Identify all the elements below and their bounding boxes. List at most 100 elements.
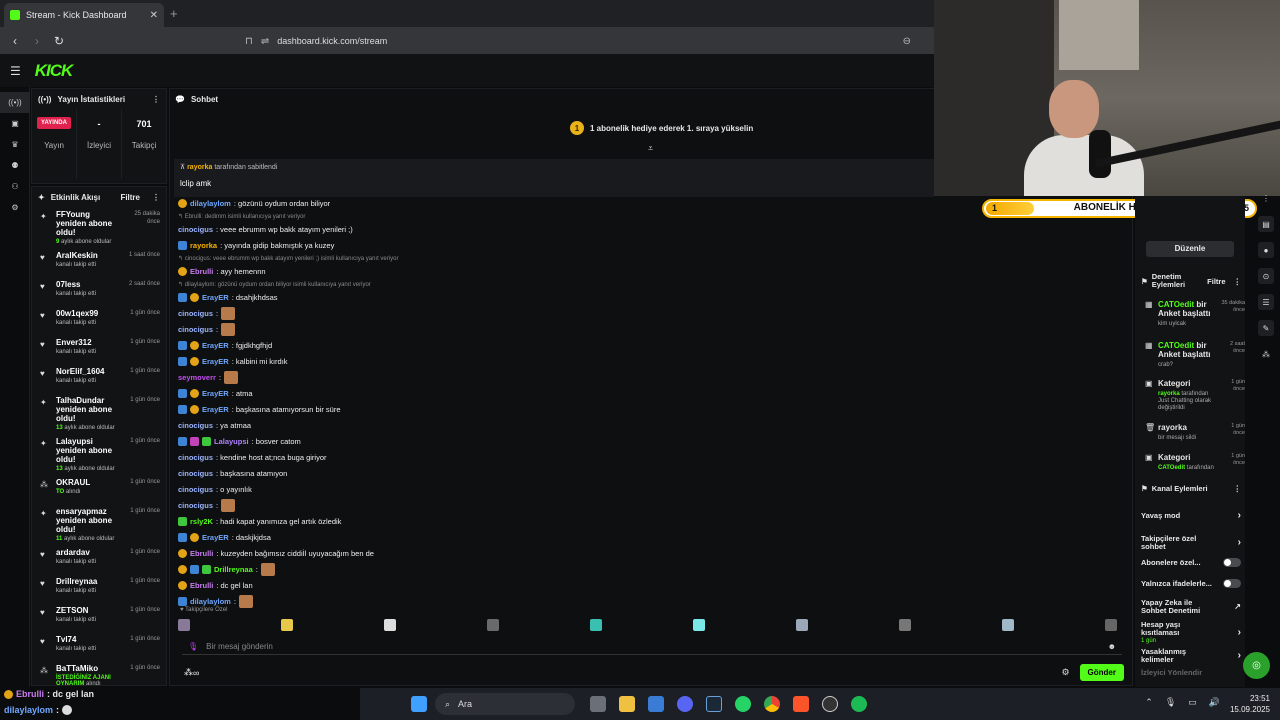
channel-option[interactable]: İzleyici Yönlendir bbox=[1141, 669, 1241, 677]
clipboard-icon[interactable]: ▤ bbox=[1258, 216, 1274, 232]
feed-item[interactable]: ✦ Lalayupsi yeniden abone oldu! 13 aylık a… bbox=[32, 434, 166, 475]
emote-icon[interactable] bbox=[590, 619, 602, 631]
channel-option[interactable]: Hesap yaşı kısıtlaması 1 gün › bbox=[1141, 621, 1241, 645]
chat-message[interactable]: Ebrulli: dc gel lan bbox=[178, 577, 938, 593]
chat-message[interactable]: dilaylaylom: bbox=[178, 593, 938, 609]
forward-arrow-icon[interactable]: › bbox=[26, 34, 48, 48]
emoji-icon[interactable]: ☻ bbox=[1108, 642, 1116, 651]
chat-message[interactable]: cinocigus: bbox=[178, 305, 938, 321]
chat-username[interactable]: dilaylaylom bbox=[190, 597, 231, 606]
chat-username[interactable]: dilaylaylom bbox=[190, 199, 231, 208]
chat-message[interactable]: ErayER: başkasına atamıyorsun bir süre bbox=[178, 401, 938, 417]
chat-message[interactable]: cinocigus: kendine host at;nca buga giri… bbox=[178, 449, 938, 465]
chat-settings-icon[interactable]: ⚙ bbox=[1061, 667, 1069, 678]
mod-more-icon[interactable]: ⋮ bbox=[1234, 277, 1242, 286]
feed-item[interactable]: ♥ Tvl74 kanalı takip etti 1 gün önce bbox=[32, 632, 166, 661]
users-icon[interactable]: ⚇ bbox=[0, 176, 30, 197]
trophy-icon[interactable]: ♛ bbox=[0, 134, 30, 155]
mod-action-sub-user[interactable]: rayorka bbox=[1158, 391, 1180, 397]
emote-icon[interactable] bbox=[178, 619, 190, 631]
discord-icon[interactable] bbox=[677, 696, 693, 712]
feed-item[interactable]: ✦ TalhaDundar yeniden abone oldu! 13 aylık… bbox=[32, 393, 166, 434]
mic-icon[interactable]: 🎙 bbox=[188, 642, 198, 651]
feed-filter-button[interactable]: Filtre bbox=[120, 193, 140, 202]
chat-username[interactable]: seymoverr bbox=[178, 373, 216, 382]
channel-option[interactable]: Takipçilere özel sohbet › bbox=[1141, 535, 1241, 551]
mod-action-user[interactable]: CATOedit bbox=[1158, 341, 1194, 350]
chat-input[interactable]: 🎙 Bir mesaj gönderin ☻ bbox=[182, 639, 1122, 655]
chat-bubble-icon[interactable]: ● bbox=[1258, 242, 1274, 258]
kick-logo[interactable]: KICK bbox=[35, 61, 74, 81]
address-bar[interactable]: ⊓ ⇌ dashboard.kick.com/stream ⊖ bbox=[245, 31, 935, 51]
emote-icon[interactable] bbox=[281, 619, 293, 631]
feed-item[interactable]: ♥ 07less kanalı takip etti 2 saat önce bbox=[32, 277, 166, 306]
mod-action-item[interactable]: 🗑 rayorka bir mesajı sildi 1 gün önce bbox=[1145, 423, 1245, 442]
site-info-icon[interactable]: ⇌ bbox=[261, 36, 269, 47]
whatsapp-icon[interactable] bbox=[735, 696, 751, 712]
spotify-icon[interactable] bbox=[851, 696, 867, 712]
file-explorer-icon[interactable] bbox=[619, 696, 635, 712]
chevron-right-icon[interactable]: › bbox=[1238, 538, 1241, 548]
toggle-switch[interactable] bbox=[1223, 579, 1241, 588]
chat-message[interactable]: cinocigus: o yayınlık bbox=[178, 481, 938, 497]
chat-username[interactable]: cinocigus bbox=[178, 485, 213, 494]
infinity-icon[interactable]: ∞ bbox=[193, 668, 199, 678]
more-icon[interactable]: ⋮ bbox=[1258, 190, 1274, 206]
feed-item[interactable]: ♥ AralKeskin kanalı takip etti 1 saat önce bbox=[32, 248, 166, 277]
group-icon[interactable]: ⁂ bbox=[1258, 346, 1274, 362]
chrome-icon[interactable] bbox=[764, 696, 780, 712]
channel-option[interactable]: Yavaş mod › bbox=[1141, 511, 1241, 521]
chat-username[interactable]: cinocigus bbox=[178, 453, 213, 462]
chat-message[interactable]: cinocigus: başkasına atamıyon bbox=[178, 465, 938, 481]
chat-message[interactable]: Ebrulli: kuzeyden bağımsız ciddiİl uyuya… bbox=[178, 545, 938, 561]
chat-username[interactable]: cinocigus bbox=[178, 501, 213, 510]
chat-username[interactable]: Drillreynaa bbox=[214, 565, 253, 574]
channel-more-icon[interactable]: ⋮ bbox=[1234, 484, 1242, 493]
chat-username[interactable]: ErayER bbox=[202, 357, 229, 366]
taskbar-clock[interactable]: 23:51 15.09.2025 bbox=[1230, 693, 1270, 715]
chat-message[interactable]: ErayER: dsahjkhdsas bbox=[178, 289, 938, 305]
chat-username[interactable]: Lalayupsi bbox=[214, 437, 249, 446]
chat-username[interactable]: ErayER bbox=[202, 389, 229, 398]
microphone-icon[interactable]: 🎙 bbox=[1165, 697, 1176, 708]
chat-username[interactable]: Ebrulli bbox=[190, 549, 213, 558]
chat-message[interactable]: ErayER: atma bbox=[178, 385, 938, 401]
chat-username[interactable]: cinocigus bbox=[178, 225, 213, 234]
chat-message[interactable]: ErayER: daskjkjdsa bbox=[178, 529, 938, 545]
emote-icon[interactable] bbox=[384, 619, 396, 631]
stream-icon[interactable]: ((•)) bbox=[0, 92, 30, 113]
wrench-icon[interactable]: ✎ bbox=[1258, 320, 1274, 336]
users-icon[interactable]: ⁂ bbox=[184, 667, 193, 678]
chat-message[interactable]: cinocigus: ya atmaa bbox=[178, 417, 938, 433]
chat-username[interactable]: Ebrulli bbox=[190, 267, 213, 276]
pinned-by-user[interactable]: rayorka bbox=[187, 164, 212, 171]
chat-reply-context[interactable]: ↰ dilaylaylom: gözünü oydum ordan biliyo… bbox=[178, 279, 938, 289]
chat-message[interactable]: cinocigus: veee ebrumm wp bakk atayım ye… bbox=[178, 221, 938, 237]
chat-username[interactable]: ErayER bbox=[202, 341, 229, 350]
chat-username[interactable]: ErayER bbox=[202, 293, 229, 302]
tab-close-icon[interactable]: ✕ bbox=[150, 10, 158, 21]
chat-message[interactable]: ErayER: fgjdkhgfhjd bbox=[178, 337, 938, 353]
chevron-right-icon[interactable]: › bbox=[1238, 628, 1241, 638]
feed-more-icon[interactable]: ⋮ bbox=[152, 193, 160, 202]
chat-message[interactable]: cinocigus: bbox=[178, 321, 938, 337]
assistant-chat-icon[interactable]: ◎ bbox=[1243, 652, 1270, 679]
emote-icon[interactable] bbox=[796, 619, 808, 631]
settings-icon[interactable]: ⚙ bbox=[0, 197, 30, 218]
feed-item[interactable]: ✦ ensaryapmaz yeniden abone oldu! 11 aylık… bbox=[32, 504, 166, 545]
mod-action-item[interactable]: ▦ CATOedit bir Anket başlattı kim uyicak 35… bbox=[1145, 300, 1245, 328]
feed-item[interactable]: ♥ 00w1qex99 kanalı takip etti 1 gün önce bbox=[32, 306, 166, 335]
chat-message[interactable]: ErayER: kalbini mi kırdık bbox=[178, 353, 938, 369]
chat-username[interactable]: cinocigus bbox=[178, 421, 213, 430]
network-icon[interactable]: ▭ bbox=[1188, 697, 1197, 708]
emote-icon[interactable] bbox=[899, 619, 911, 631]
emote-icon[interactable] bbox=[1002, 619, 1014, 631]
chat-message[interactable]: dilaylaylom: gözünü oydum ordan biliyor bbox=[178, 195, 938, 211]
bookmark-icon[interactable]: ⊓ bbox=[245, 36, 253, 47]
chat-username[interactable]: ErayER bbox=[202, 533, 229, 542]
feed-item[interactable]: ⁂ OKRAUL TO alındı 1 gün önce bbox=[32, 475, 166, 504]
chat-message[interactable]: rayorka: yayında gidip bakmıştık ya kuze… bbox=[178, 237, 938, 253]
store-icon[interactable] bbox=[648, 696, 664, 712]
list-icon[interactable]: ☰ bbox=[1258, 294, 1274, 310]
chat-username[interactable]: rsly2K bbox=[190, 517, 213, 526]
